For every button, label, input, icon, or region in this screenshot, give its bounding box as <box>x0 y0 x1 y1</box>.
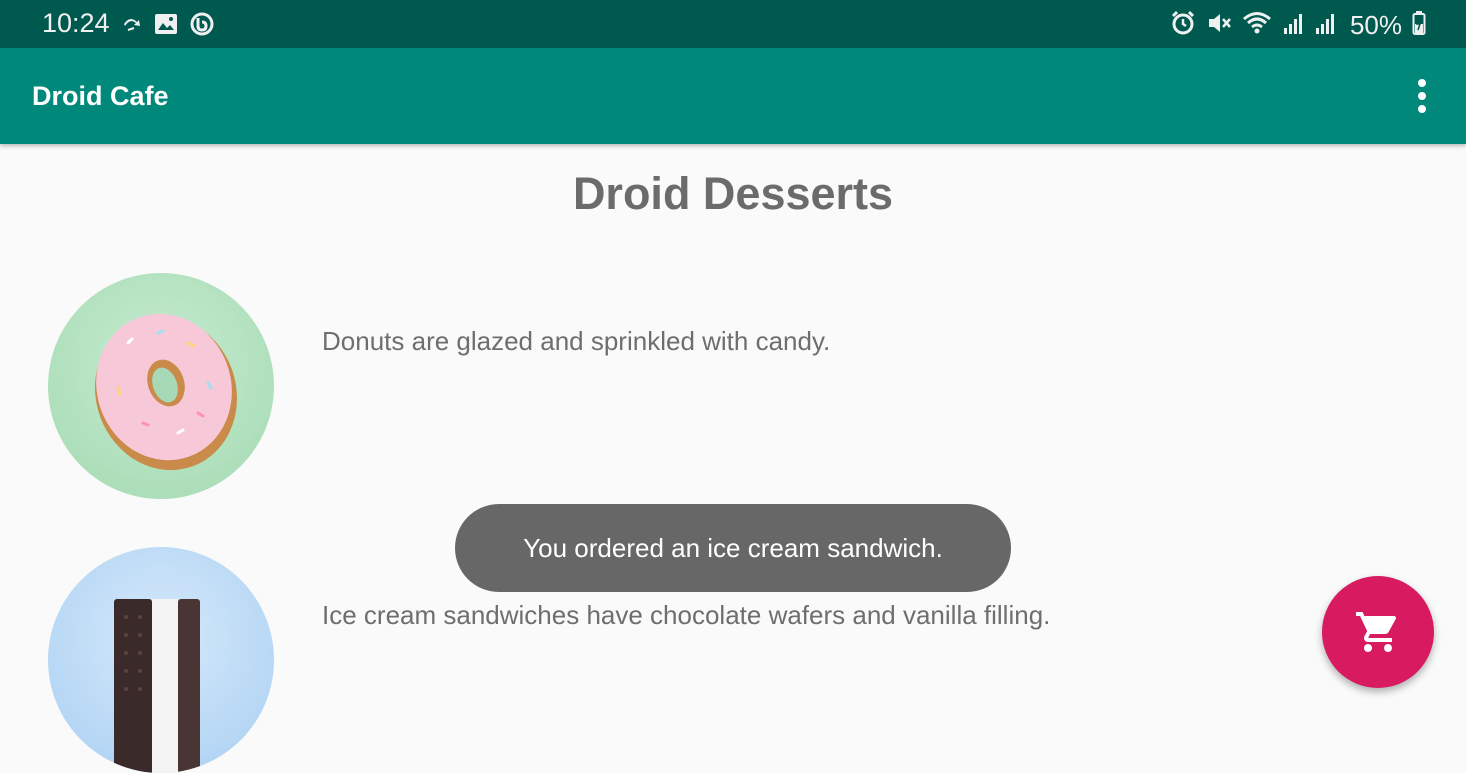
status-time: 10:24 <box>42 8 110 38</box>
sync-icon <box>122 14 142 39</box>
wifi-icon <box>1242 10 1272 41</box>
battery-level: 50% <box>1349 10 1402 40</box>
shopping-cart-fab[interactable] <box>1322 576 1434 688</box>
signal-icon <box>1314 11 1336 40</box>
ice-cream-sandwich-image[interactable] <box>48 547 274 773</box>
battery-icon <box>1412 10 1426 41</box>
donut-icon <box>95 313 237 471</box>
page-title: Droid Desserts <box>572 168 894 219</box>
ice-cream-sandwich-icon <box>114 599 200 773</box>
shopping-cart-icon <box>1356 612 1397 652</box>
status-bar: 10:24 50% <box>0 0 1466 48</box>
call-app-icon <box>190 12 214 41</box>
app-title: Droid Cafe <box>32 81 169 111</box>
status-icons-left <box>122 12 214 41</box>
signal-icon <box>1282 11 1304 40</box>
mute-icon <box>1206 10 1232 41</box>
status-icons-right: 50% <box>1170 10 1426 41</box>
alarm-icon <box>1170 10 1196 41</box>
toast-message: You ordered an ice cream sandwich. <box>455 504 1011 592</box>
ice-cream-sandwich-description: Ice cream sandwiches have chocolate wafe… <box>322 600 1051 630</box>
more-vert-icon[interactable] <box>1406 76 1438 116</box>
donut-image[interactable] <box>48 273 274 499</box>
donut-description: Donuts are glazed and sprinkled with can… <box>322 326 831 356</box>
app-bar: Droid Cafe <box>0 48 1466 144</box>
image-icon <box>154 13 178 40</box>
